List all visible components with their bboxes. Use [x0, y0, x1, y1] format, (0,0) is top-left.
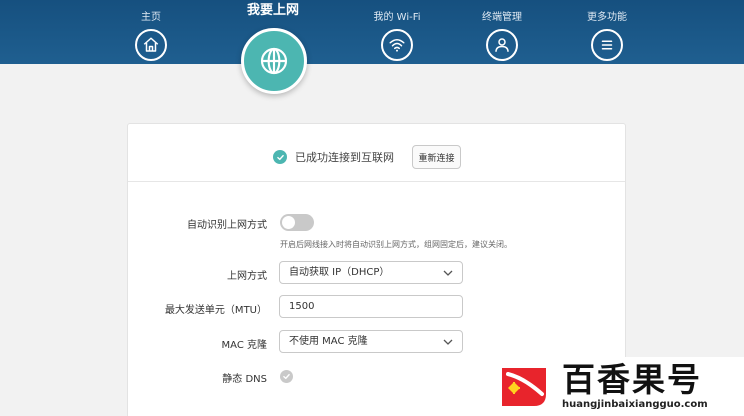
wifi-icon: [381, 29, 413, 61]
chevron-down-icon: [443, 339, 453, 345]
static-dns-label: 静态 DNS: [222, 374, 267, 385]
nav-label-devices: 终端管理: [482, 12, 522, 23]
mac-clone-select[interactable]: 不使用 MAC 克隆: [279, 330, 463, 353]
auto-detect-label: 自动识别上网方式: [187, 220, 267, 231]
reconnect-button[interactable]: 重新连接: [412, 145, 461, 169]
menu-icon: [591, 29, 623, 61]
watermark: 百香果号 huangjinbaixiangguo.com: [490, 357, 744, 416]
top-nav-bar: 主页 我的 Wi-Fi 终端管理 更多功能: [0, 0, 744, 64]
static-dns-checkbox[interactable]: [280, 370, 293, 383]
mac-clone-label: MAC 克隆: [221, 340, 267, 351]
connection-status-row: 已成功连接到互联网 重新连接: [128, 124, 625, 182]
check-icon: [273, 150, 287, 164]
mtu-input[interactable]: 1500: [279, 295, 463, 318]
user-icon: [486, 29, 518, 61]
globe-icon: [241, 28, 307, 94]
wan-mode-select[interactable]: 自动获取 IP（DHCP）: [279, 261, 463, 284]
nav-item-more[interactable]: 更多功能: [567, 0, 647, 61]
nav-label-home: 主页: [141, 12, 161, 23]
nav-item-wifi[interactable]: 我的 Wi-Fi: [357, 0, 437, 61]
nav-item-internet[interactable]: 我要上网: [233, 0, 313, 94]
mtu-label: 最大发送单元（MTU）: [164, 305, 267, 316]
nav-item-devices[interactable]: 终端管理: [462, 0, 542, 61]
brand-logo-icon: [498, 364, 550, 408]
wan-mode-value: 自动获取 IP（DHCP）: [289, 267, 390, 278]
chevron-down-icon: [443, 270, 453, 276]
nav-label-more: 更多功能: [587, 12, 627, 23]
nav-item-home[interactable]: 主页: [111, 0, 191, 61]
auto-detect-hint: 开启后网线接入时将自动识别上网方式，组网固定后，建议关闭。: [280, 240, 512, 249]
nav-label-internet: 我要上网: [246, 3, 299, 18]
home-icon: [135, 29, 167, 61]
toggle-knob: [282, 216, 295, 229]
wan-mode-label: 上网方式: [227, 271, 267, 282]
connection-status-text: 已成功连接到互联网: [295, 151, 394, 164]
nav-label-wifi: 我的 Wi-Fi: [373, 12, 421, 23]
watermark-url: huangjinbaixiangguo.com: [562, 399, 708, 410]
watermark-title: 百香果号: [562, 360, 702, 399]
mtu-value: 1500: [289, 301, 315, 312]
auto-detect-toggle[interactable]: [280, 214, 314, 231]
mac-clone-value: 不使用 MAC 克隆: [289, 336, 368, 347]
